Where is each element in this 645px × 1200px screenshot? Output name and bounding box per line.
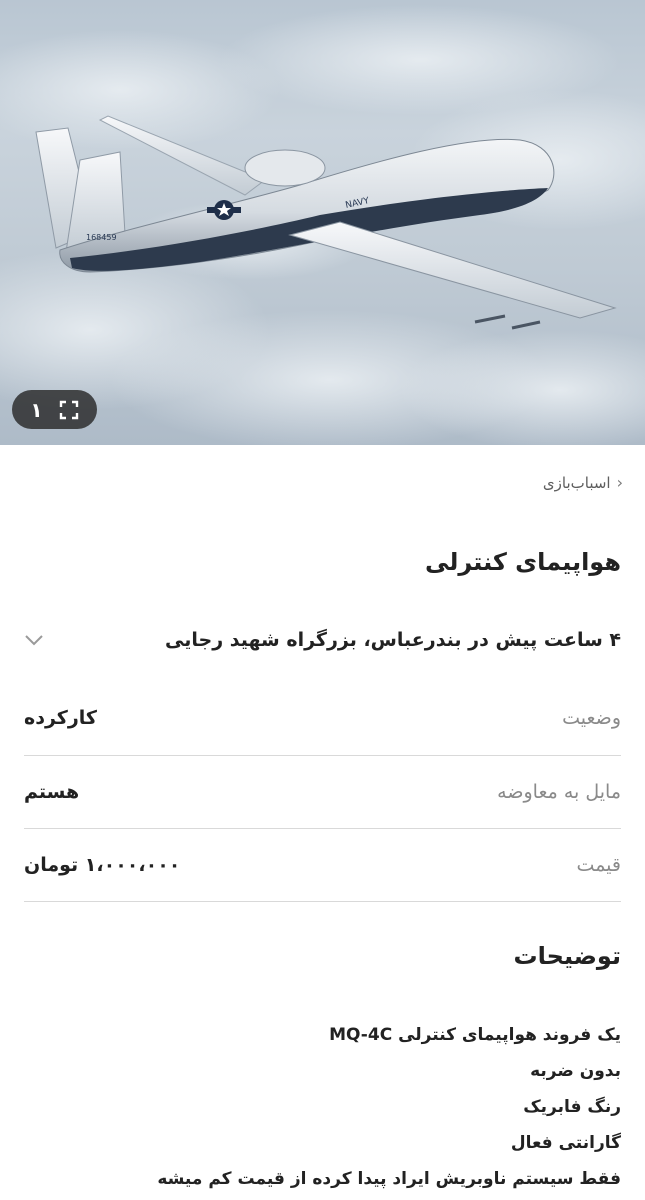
- attribute-label: قیمت: [576, 854, 621, 876]
- description-body: یک فروند هواپیمای کنترلی MQ-4C بدون ضربه…: [24, 1017, 621, 1197]
- attribute-row-condition: وضعیت کارکرده: [24, 681, 621, 756]
- description-line: بدون ضربه: [530, 1061, 621, 1081]
- attribute-label: وضعیت: [562, 707, 621, 729]
- description-line: یک فروند هواپیمای کنترلی MQ-4C: [329, 1025, 621, 1045]
- description-line: رنگ فابریک: [523, 1097, 621, 1117]
- listing-image[interactable]: NAVY 168459 ۱: [0, 0, 645, 445]
- description-title: توضیحات: [513, 942, 621, 970]
- price-value: ۱،۰۰۰،۰۰۰ تومان: [24, 854, 181, 876]
- breadcrumb[interactable]: ‹ اسباب‌بازی: [543, 473, 623, 492]
- description-line: گارانتی فعال: [510, 1133, 621, 1153]
- listing-attributes: وضعیت کارکرده مایل به معاوضه هستم قیمت ۱…: [24, 681, 621, 902]
- listing-details: ‹ اسباب‌بازی هواپیمای کنترلی ۴ ساعت پیش …: [0, 445, 645, 1200]
- listing-time-location: ۴ ساعت پیش در بندرعباس، بزرگراه شهید رجا…: [165, 629, 621, 651]
- attribute-value: هستم: [24, 781, 80, 803]
- gallery-expand-button[interactable]: ۱: [12, 390, 97, 429]
- attribute-value: کارکرده: [24, 707, 97, 729]
- attribute-label: مایل به معاوضه: [497, 781, 621, 803]
- aircraft-photo: NAVY 168459: [0, 5, 645, 445]
- image-count: ۱: [30, 397, 43, 422]
- fullscreen-icon: [59, 400, 78, 419]
- chevron-left-icon: ‹: [616, 473, 623, 492]
- listing-meta: ۴ ساعت پیش در بندرعباس، بزرگراه شهید رجا…: [24, 625, 621, 655]
- aircraft-serial: 168459: [86, 233, 117, 242]
- attribute-row-exchange: مایل به معاوضه هستم: [24, 756, 621, 829]
- listing-title: هواپیمای کنترلی: [425, 548, 621, 576]
- attribute-row-price: قیمت ۱،۰۰۰،۰۰۰ تومان: [24, 829, 621, 902]
- description-line: فقط سیستم ناوبریش ایراد پیدا کرده از قیم…: [157, 1169, 621, 1189]
- breadcrumb-category[interactable]: اسباب‌بازی: [543, 474, 611, 492]
- chevron-down-icon[interactable]: [24, 630, 44, 651]
